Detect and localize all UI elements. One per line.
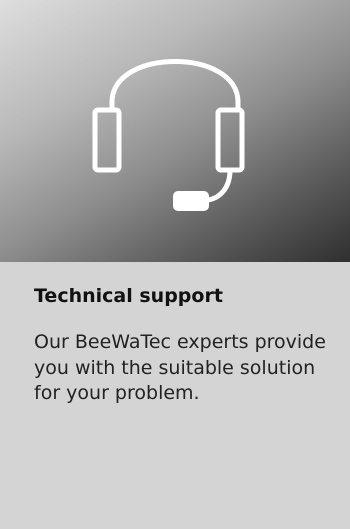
support-card-image: [0, 0, 350, 262]
support-card-body: Technical support Our BeeWaTec experts p…: [0, 262, 350, 529]
card-description: Our BeeWaTec experts provide you with th…: [34, 331, 326, 404]
card-title: Technical support: [34, 285, 223, 307]
headset-icon: [92, 59, 245, 211]
support-card: Technical support Our BeeWaTec experts p…: [0, 0, 350, 529]
